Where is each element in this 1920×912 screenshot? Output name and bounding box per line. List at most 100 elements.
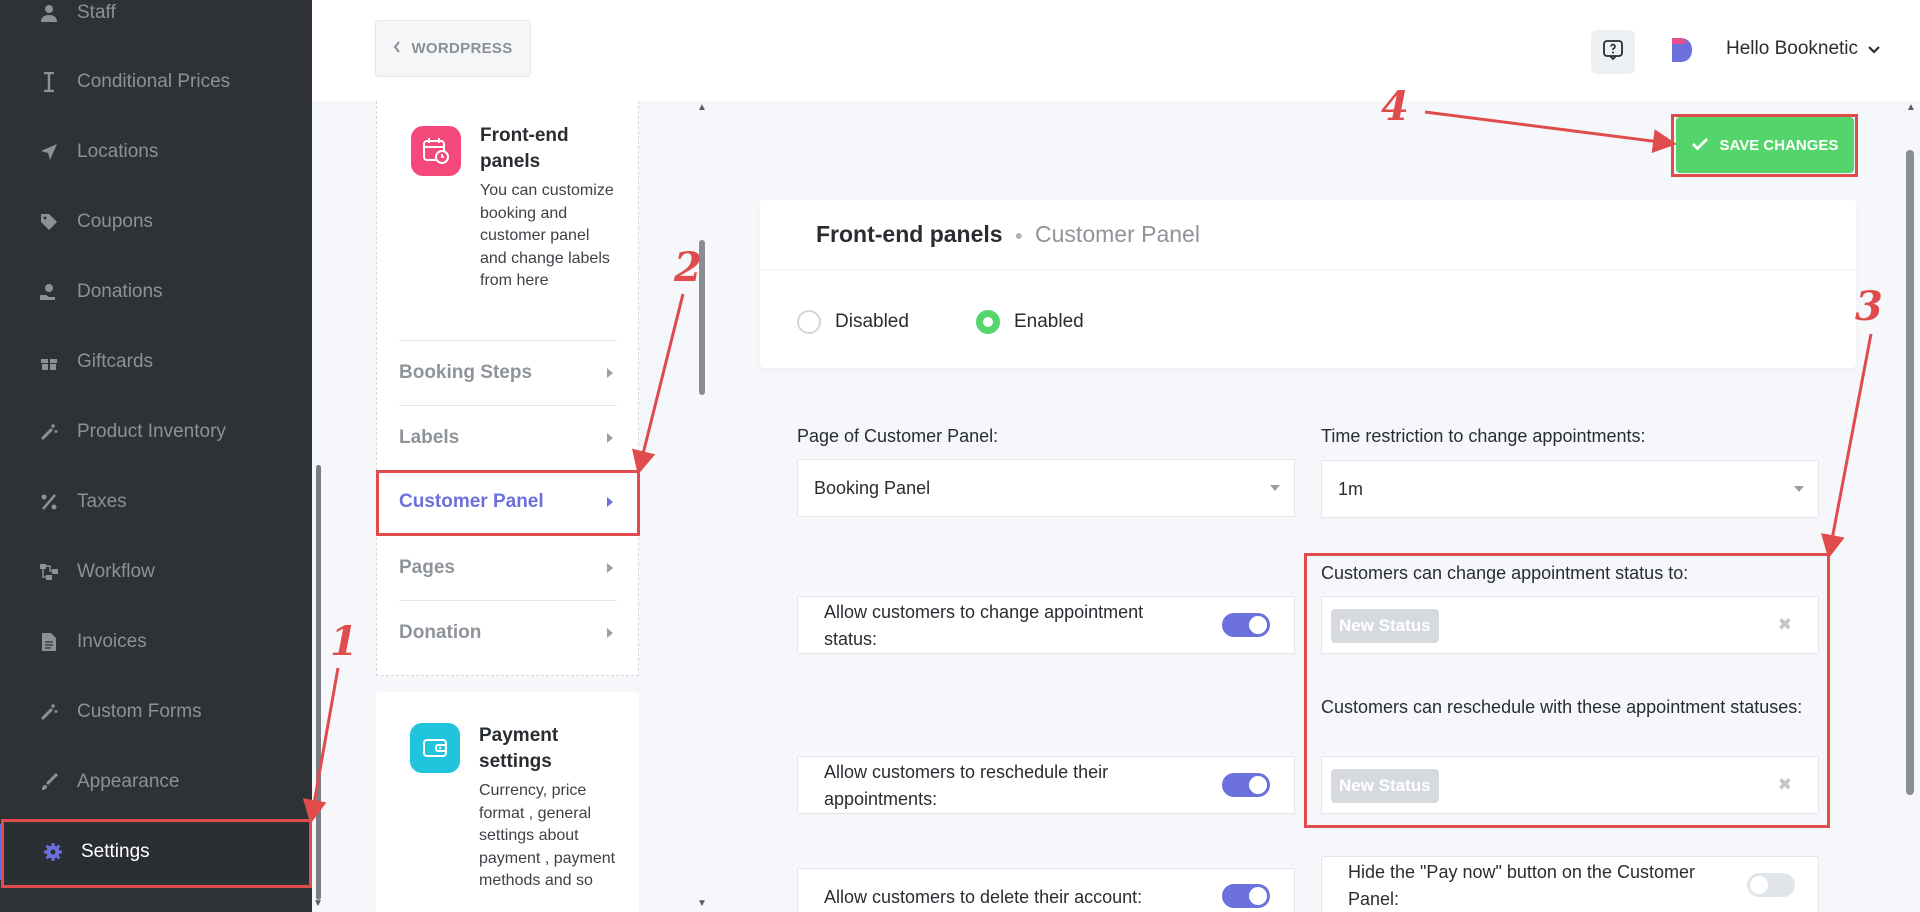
sidebar-item-label: Taxes: [77, 491, 127, 512]
sidebar-item-staff[interactable]: Staff: [0, 0, 312, 41]
user-greeting: Hello Booknetic: [1726, 38, 1859, 59]
sidebar: Staff Conditional Prices Locations Coupo…: [0, 0, 312, 912]
content-scroll-up-icon[interactable]: ▲: [1906, 102, 1916, 113]
select-value: Booking Panel: [814, 477, 931, 498]
radio-label: Disabled: [835, 311, 909, 332]
sidebar-item-donations[interactable]: Donations: [0, 264, 312, 320]
chevron-left-icon: [393, 40, 401, 57]
sidebar-item-label: Appearance: [77, 771, 180, 792]
calendar-clock-icon: [411, 126, 461, 176]
arrow-4: [1424, 110, 1677, 154]
submenu-label: Booking Steps: [399, 361, 533, 383]
sidebar-item-locations[interactable]: Locations: [0, 124, 312, 180]
caret-right-icon: [607, 627, 613, 638]
back-to-wordpress-button[interactable]: WORDPRESS: [375, 20, 531, 77]
toggle-knob: [1249, 887, 1267, 905]
payment-settings-card[interactable]: Payment settings Currency, price format …: [376, 692, 639, 912]
allow-delete-account-row: Allow customers to delete their account:: [797, 868, 1295, 912]
staff-icon: [38, 2, 60, 24]
payment-card-title: Payment settings: [479, 725, 559, 772]
caret-right-icon: [607, 367, 613, 378]
sidebar-item-label: Locations: [77, 141, 159, 162]
sidebar-item-appearance[interactable]: Appearance: [0, 754, 312, 810]
allow-change-status-toggle[interactable]: [1222, 613, 1270, 637]
payment-card-description: Currency, price format , general setting…: [479, 782, 616, 889]
sidebar-scroll-down-icon[interactable]: ▼: [313, 898, 323, 909]
sidebar-item-coupons[interactable]: Coupons: [0, 194, 312, 250]
sidebar-item-label: Coupons: [77, 211, 154, 232]
conditional-prices-icon: [38, 71, 60, 93]
gift-icon: [38, 351, 60, 373]
donation-hand-icon: [38, 281, 60, 303]
sidebar-item-label: Giftcards: [77, 351, 154, 372]
allow-reschedule-row: Allow customers to reschedule their appo…: [797, 756, 1295, 814]
sidebar-scrollbar[interactable]: [316, 465, 321, 900]
breadcrumb-current: Customer Panel: [1035, 221, 1200, 247]
tag-icon: [38, 211, 60, 233]
sidebar-item-label: Staff: [77, 2, 116, 23]
submenu-booking-steps[interactable]: Booking Steps: [399, 340, 617, 404]
sidebar-item-invoices[interactable]: Invoices: [0, 614, 312, 670]
page-of-customer-panel-label: Page of Customer Panel:: [797, 426, 999, 446]
allow-change-status-label: Allow customers to change appointment st…: [824, 602, 1144, 649]
time-restriction-select[interactable]: 1m: [1321, 460, 1819, 518]
booknetic-logo-icon: [1670, 36, 1694, 64]
workflow-icon: [38, 561, 60, 583]
annotation-box-status-fields: [1304, 553, 1830, 828]
customer-panel-card: Front-end panels ● Customer Panel: [760, 200, 1856, 368]
page-of-customer-panel-select[interactable]: Booking Panel: [797, 459, 1295, 517]
allow-delete-account-label: Allow customers to delete their account:: [824, 887, 1143, 907]
sidebar-item-custom-forms[interactable]: Custom Forms: [0, 684, 312, 740]
submenu-label: Donation: [399, 621, 482, 643]
user-menu[interactable]: Hello Booknetic: [1726, 38, 1880, 60]
toggle-knob: [1750, 876, 1768, 894]
back-label: WORDPRESS: [411, 40, 513, 57]
select-value: 1m: [1338, 478, 1364, 499]
breadcrumb: Front-end panels ● Customer Panel: [760, 200, 1856, 270]
sidebar-item-giftcards[interactable]: Giftcards: [0, 334, 312, 390]
annotation-number-1: 1: [330, 618, 358, 665]
breadcrumb-main: Front-end panels: [816, 221, 1003, 247]
caret-down-icon: [1794, 486, 1804, 492]
sidebar-item-label: Donations: [77, 281, 163, 302]
question-bubble-icon: [1602, 39, 1624, 66]
toggle-knob: [1249, 616, 1267, 634]
radio-enabled[interactable]: Enabled: [976, 310, 1084, 334]
allow-delete-account-toggle[interactable]: [1222, 884, 1270, 908]
hide-pay-now-label: Hide the "Pay now" button on the Custome…: [1348, 862, 1695, 909]
caret-right-icon: [607, 562, 613, 573]
annotation-number-2: 2: [674, 244, 702, 291]
time-restriction-label: Time restriction to change appointments:: [1321, 426, 1646, 446]
menu-scroll-up-icon[interactable]: ▲: [697, 102, 707, 113]
sidebar-item-conditional-prices[interactable]: Conditional Prices: [0, 54, 312, 110]
allow-change-status-row: Allow customers to change appointment st…: [797, 596, 1295, 654]
wallet-icon: [410, 723, 460, 773]
help-button[interactable]: [1591, 30, 1635, 74]
menu-scroll-down-icon[interactable]: ▼: [697, 898, 707, 909]
annotation-box-save: [1671, 114, 1858, 177]
radio-disabled[interactable]: Disabled: [797, 310, 909, 334]
allow-reschedule-toggle[interactable]: [1222, 773, 1270, 797]
frontend-card-title: Front-end panels: [480, 125, 569, 172]
hide-pay-now-toggle[interactable]: [1747, 873, 1795, 897]
sidebar-item-workflow[interactable]: Workflow: [0, 544, 312, 600]
frontend-card-description: You can customize booking and customer p…: [480, 182, 614, 289]
annotation-number-3: 3: [1855, 283, 1883, 330]
sidebar-item-taxes[interactable]: Taxes: [0, 474, 312, 530]
location-arrow-icon: [38, 141, 60, 163]
sidebar-item-product-inventory[interactable]: Product Inventory: [0, 404, 312, 460]
submenu-pages[interactable]: Pages: [399, 535, 617, 599]
magic-wand-icon: [38, 421, 60, 443]
breadcrumb-separator: ●: [1014, 226, 1024, 243]
caret-down-icon: [1270, 485, 1280, 491]
submenu-donation[interactable]: Donation: [399, 600, 617, 664]
submenu-label: Labels: [399, 426, 460, 448]
annotation-box-customer-panel: [376, 470, 640, 536]
caret-right-icon: [607, 432, 613, 443]
arrow-2: [631, 293, 685, 475]
chevron-down-icon: [1868, 38, 1880, 60]
submenu-labels[interactable]: Labels: [399, 405, 617, 469]
content-scrollbar[interactable]: [1906, 150, 1914, 795]
frontend-panels-card[interactable]: Front-end panels You can customize booki…: [376, 101, 639, 676]
sidebar-item-label: Conditional Prices: [77, 71, 231, 92]
